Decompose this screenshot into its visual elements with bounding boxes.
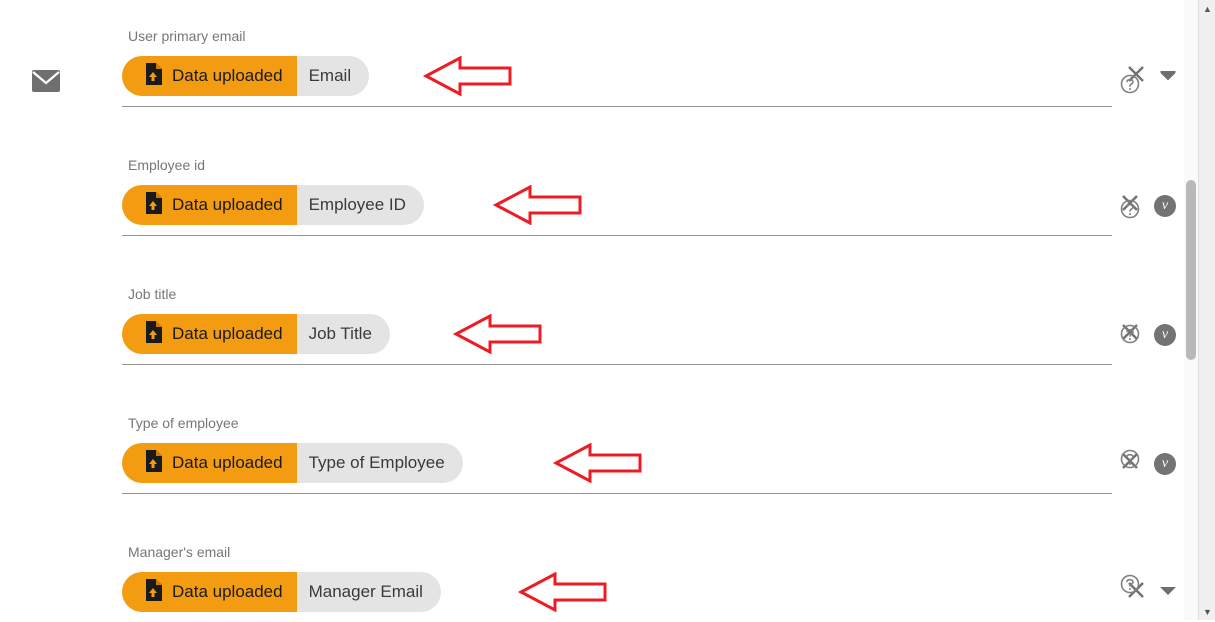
chevron-down-icon[interactable] (1160, 584, 1176, 602)
field-row-user-primary-email: User primary email Data uploaded Email (122, 28, 1112, 117)
help-icon[interactable] (1120, 74, 1140, 99)
chip-source-label: Data uploaded (172, 582, 283, 602)
field-label: Employee id (128, 157, 1112, 173)
chevron-down-icon[interactable] (1160, 68, 1176, 86)
chip-source-label: Data uploaded (172, 66, 283, 86)
help-icon[interactable] (1120, 199, 1140, 224)
field-label: Job title (128, 286, 1112, 302)
variable-badge[interactable]: v (1154, 324, 1176, 346)
upload-file-icon (144, 450, 162, 477)
variable-badge[interactable]: v (1154, 453, 1176, 475)
data-chip[interactable]: Data uploaded Employee ID (122, 185, 424, 225)
data-chip[interactable]: Data uploaded Email (122, 56, 369, 96)
data-chip[interactable]: Data uploaded Type of Employee (122, 443, 463, 483)
chip-field-label: Job Title (309, 324, 372, 344)
upload-file-icon (144, 579, 162, 606)
chip-field-label: Manager Email (309, 582, 423, 602)
chip-source-label: Data uploaded (172, 195, 283, 215)
scrollbar-thumb[interactable] (1186, 180, 1196, 360)
field-row-job-title: Job title Data uploaded Job Title (122, 286, 1112, 375)
data-chip[interactable]: Data uploaded Job Title (122, 314, 390, 354)
field-label: User primary email (128, 28, 1112, 44)
chip-field-label: Employee ID (309, 195, 406, 215)
variable-badge[interactable]: v (1154, 195, 1176, 217)
chip-source-label: Data uploaded (172, 324, 283, 344)
scroll-up-icon[interactable]: ▲ (1199, 0, 1215, 17)
outer-scrollbar[interactable]: ▲ ▼ (1198, 0, 1215, 620)
help-icon[interactable] (1120, 324, 1140, 349)
upload-file-icon (144, 192, 162, 219)
field-row-managers-email: Manager's email Data uploaded Manager Em… (122, 544, 1112, 622)
chip-source-label: Data uploaded (172, 453, 283, 473)
inner-scrollbar[interactable] (1184, 0, 1198, 620)
upload-file-icon (144, 63, 162, 90)
field-row-employee-id: Employee id Data uploaded Employee ID (122, 157, 1112, 246)
chip-field-label: Type of Employee (309, 453, 445, 473)
field-row-type-of-employee: Type of employee Data uploaded Type of E… (122, 415, 1112, 504)
chip-field-label: Email (309, 66, 352, 86)
scroll-down-icon[interactable]: ▼ (1199, 603, 1215, 620)
help-icon[interactable] (1120, 449, 1140, 474)
help-icon[interactable] (1120, 574, 1140, 599)
data-chip[interactable]: Data uploaded Manager Email (122, 572, 441, 612)
upload-file-icon (144, 321, 162, 348)
field-label: Type of employee (128, 415, 1112, 431)
mail-icon (32, 70, 60, 92)
field-label: Manager's email (128, 544, 1112, 560)
